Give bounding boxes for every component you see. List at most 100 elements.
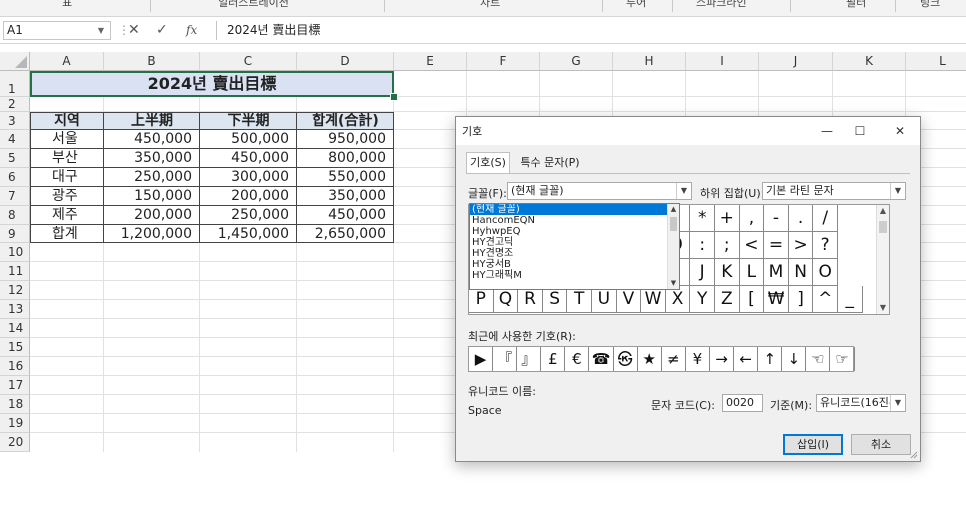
- symbol-cell[interactable]: ^: [813, 286, 838, 313]
- table-cell[interactable]: 1,200,000: [104, 225, 200, 243]
- font-list-scrollbar[interactable]: ▲ ▼: [667, 204, 679, 289]
- symbol-cell[interactable]: :: [690, 232, 715, 259]
- symbol-cell[interactable]: ,: [739, 205, 765, 232]
- row-header-2[interactable]: 2: [0, 97, 30, 112]
- symbol-cell[interactable]: *: [690, 205, 715, 232]
- recent-symbol-cell[interactable]: ¥: [686, 347, 710, 371]
- table-cell[interactable]: 950,000: [297, 130, 394, 149]
- insert-function-icon[interactable]: fx: [186, 23, 197, 37]
- row-header-19[interactable]: 19: [0, 414, 30, 433]
- column-header-h[interactable]: H: [613, 52, 686, 71]
- scroll-thumb[interactable]: [670, 217, 677, 231]
- table-header-cell[interactable]: 지역: [30, 112, 104, 130]
- table-cell[interactable]: 150,000: [104, 187, 200, 206]
- symbol-cell[interactable]: X: [665, 286, 691, 313]
- scroll-down-icon[interactable]: ▼: [668, 278, 679, 289]
- column-header-b[interactable]: B: [104, 52, 200, 71]
- column-header-k[interactable]: K: [833, 52, 906, 71]
- subset-select[interactable]: 기본 라틴 문자 ▼: [762, 182, 906, 200]
- symbol-cell[interactable]: O: [813, 259, 838, 286]
- select-all-corner[interactable]: [0, 52, 30, 71]
- symbol-cell[interactable]: M: [764, 259, 789, 286]
- column-header-d[interactable]: D: [297, 52, 394, 71]
- symbol-cell[interactable]: =: [764, 232, 789, 259]
- table-cell[interactable]: 550,000: [297, 168, 394, 187]
- table-cell[interactable]: 서울: [30, 130, 104, 149]
- recent-symbol-cell[interactable]: ☜: [806, 347, 831, 371]
- table-cell[interactable]: 250,000: [200, 206, 297, 225]
- column-header-f[interactable]: F: [467, 52, 540, 71]
- table-header-cell[interactable]: 합계(合計): [297, 112, 394, 130]
- scroll-down-icon[interactable]: ▼: [877, 302, 889, 314]
- scroll-thumb[interactable]: [879, 221, 887, 233]
- symbol-cell[interactable]: U: [592, 286, 617, 313]
- recent-symbol-cell[interactable]: ←: [734, 347, 759, 371]
- column-header-e[interactable]: E: [394, 52, 467, 71]
- scroll-up-icon[interactable]: ▲: [877, 205, 889, 217]
- enter-check-icon[interactable]: ✓: [156, 22, 168, 38]
- font-option[interactable]: HY궁서B: [470, 259, 679, 270]
- chevron-down-icon[interactable]: ▼: [676, 183, 691, 199]
- ribbon-group-illustrations[interactable]: 일러스트레이션: [218, 0, 289, 10]
- table-cell[interactable]: 300,000: [200, 168, 297, 187]
- resize-grip-icon[interactable]: [908, 449, 918, 459]
- symbol-cell[interactable]: N: [788, 259, 814, 286]
- recent-symbol-cell[interactable]: ↑: [758, 347, 783, 371]
- fill-handle[interactable]: [390, 93, 398, 101]
- row-header-5[interactable]: 5: [0, 149, 30, 168]
- symbol-cell[interactable]: ]: [788, 286, 814, 313]
- recent-symbol-cell[interactable]: ☎: [590, 347, 614, 371]
- ribbon-group-links[interactable]: 링크: [920, 0, 940, 10]
- row-header-9[interactable]: 9: [0, 225, 30, 243]
- row-header-6[interactable]: 6: [0, 168, 30, 187]
- close-icon[interactable]: ✕: [884, 120, 916, 142]
- symbol-cell[interactable]: Q: [493, 286, 519, 313]
- symbol-cell[interactable]: R: [518, 286, 543, 313]
- column-header-a[interactable]: A: [30, 52, 104, 71]
- table-cell[interactable]: 450,000: [297, 206, 394, 225]
- font-option[interactable]: HancomEQN: [470, 215, 679, 226]
- symbol-cell[interactable]: ₩: [764, 286, 789, 313]
- tab-symbols[interactable]: 기호(S): [466, 152, 510, 174]
- symbol-cell[interactable]: <: [739, 232, 765, 259]
- font-option[interactable]: HY견명조: [470, 248, 679, 259]
- ribbon-group-sparklines[interactable]: 스파크라인: [696, 0, 747, 10]
- cancel-entry-icon[interactable]: ✕: [128, 22, 140, 38]
- font-option[interactable]: (현재 글꼴): [470, 204, 679, 215]
- chevron-down-icon[interactable]: ▼: [98, 22, 104, 39]
- column-header-i[interactable]: I: [686, 52, 759, 71]
- font-dropdown-list[interactable]: (현재 글꼴) HancomEQN HyhwpEQ HY견고딕 HY견명조 HY궁서B HY…: [469, 203, 680, 290]
- symbol-cell[interactable]: ;: [715, 232, 740, 259]
- symbol-cell[interactable]: S: [542, 286, 568, 313]
- chevron-down-icon[interactable]: ▼: [890, 395, 905, 411]
- column-header-l[interactable]: L: [906, 52, 966, 71]
- recent-symbol-cell[interactable]: →: [710, 347, 735, 371]
- symbol-cell[interactable]: ?: [813, 232, 838, 259]
- ribbon-group-tours[interactable]: 투어: [626, 0, 646, 10]
- table-cell[interactable]: 광주: [30, 187, 104, 206]
- table-cell[interactable]: 350,000: [104, 149, 200, 168]
- tab-special-characters[interactable]: 특수 문자(P): [514, 153, 586, 173]
- chevron-down-icon[interactable]: ▼: [890, 183, 905, 199]
- row-header-7[interactable]: 7: [0, 187, 30, 206]
- table-header-cell[interactable]: 下半期: [200, 112, 297, 130]
- symbol-cell[interactable]: P: [469, 286, 494, 313]
- column-header-j[interactable]: J: [759, 52, 833, 71]
- symbol-cell[interactable]: T: [567, 286, 592, 313]
- font-option[interactable]: HyhwpEQ: [470, 226, 679, 237]
- column-header-g[interactable]: G: [540, 52, 613, 71]
- from-select[interactable]: 유니코드(16진수) ▼: [816, 394, 906, 412]
- table-cell[interactable]: 1,450,000: [200, 225, 297, 243]
- symbol-cell[interactable]: -: [764, 205, 789, 232]
- recent-symbol-cell[interactable]: ★: [638, 347, 662, 371]
- table-cell[interactable]: 500,000: [200, 130, 297, 149]
- table-cell[interactable]: 부산: [30, 149, 104, 168]
- recent-symbol-cell[interactable]: ☞: [831, 347, 855, 371]
- symbol-cell[interactable]: _: [838, 286, 863, 313]
- symbol-cell[interactable]: /: [813, 205, 838, 232]
- recent-symbol-cell[interactable]: €: [565, 347, 590, 371]
- font-select[interactable]: (현재 글꼴) ▼: [507, 182, 692, 200]
- char-code-input[interactable]: 0020: [722, 394, 763, 412]
- recent-symbol-cell[interactable]: ㉿: [614, 347, 638, 371]
- row-header-10[interactable]: 10: [0, 243, 30, 262]
